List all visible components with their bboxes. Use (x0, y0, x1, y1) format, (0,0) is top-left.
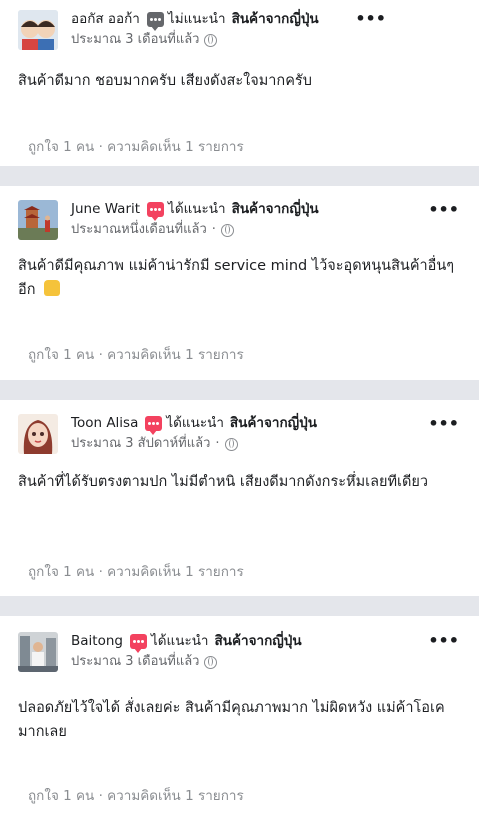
review-meta: June Warit ได้แนะนำ สินค้าจากญี่ปุ่น ประ… (71, 200, 319, 238)
review-footer[interactable]: ถูกใจ 1 คน · ความคิดเห็น 1 รายการ (28, 784, 244, 806)
review-card: Toon Alisa ได้แนะนำ สินค้าจากญี่ปุ่น ประ… (0, 400, 479, 596)
not-recommend-icon (146, 11, 164, 31)
globe-icon (204, 655, 218, 669)
review-time-line: ประมาณ 3 เดือนที่แล้ว (71, 654, 302, 670)
review-title-line: Toon Alisa ได้แนะนำ สินค้าจากญี่ปุ่น (71, 414, 317, 435)
page-name-link[interactable]: สินค้าจากญี่ปุ่น (232, 200, 319, 218)
review-title-line: ออกัส ออก้า ไม่แนะนำ สินค้าจากญี่ปุ่น (71, 10, 319, 31)
recommend-icon (129, 633, 147, 653)
review-text: สินค้าดีมีคุณภาพ แม่ค้าน่ารักมี service … (18, 254, 458, 302)
time-dot: · (211, 222, 216, 237)
review-header: Baitong ได้แนะนำ สินค้าจากญี่ปุ่น ประมาณ… (18, 632, 302, 672)
avatar[interactable] (18, 414, 58, 454)
recommend-status: ได้แนะนำ (166, 415, 224, 431)
review-meta: Toon Alisa ได้แนะนำ สินค้าจากญี่ปุ่น ประ… (71, 414, 317, 452)
recommend-status: ได้แนะนำ (150, 633, 209, 649)
globe-icon (220, 223, 234, 237)
review-timestamp[interactable]: ประมาณ 3 สัปดาห์ที่แล้ว (71, 436, 210, 452)
review-text: ปลอดภัยไว้ใจได้ สั่งเลยค่ะ สินค้ามีคุณภา… (18, 700, 445, 740)
more-options-icon[interactable]: ••• (428, 416, 459, 432)
review-separator (0, 596, 479, 616)
avatar[interactable] (18, 200, 58, 240)
review-header: Toon Alisa ได้แนะนำ สินค้าจากญี่ปุ่น ประ… (18, 414, 317, 454)
review-footer[interactable]: ถูกใจ 1 คน · ความคิดเห็น 1 รายการ (28, 135, 244, 157)
review-header: ออกัส ออก้า ไม่แนะนำ สินค้าจากญี่ปุ่น ปร… (18, 10, 319, 50)
globe-icon (224, 437, 238, 451)
review-separator (0, 166, 479, 186)
review-header: June Warit ได้แนะนำ สินค้าจากญี่ปุ่น ประ… (18, 200, 319, 240)
avatar[interactable] (18, 10, 58, 50)
reviewer-name[interactable]: June Warit (71, 200, 140, 218)
review-text: สินค้าดีมาก ชอบมากครับ เสียงดังสะใจมากคร… (18, 73, 312, 89)
thumbs-up-emoji (44, 280, 61, 296)
review-timestamp[interactable]: ประมาณ 3 เดือนที่แล้ว (71, 32, 199, 48)
review-title-line: Baitong ได้แนะนำ สินค้าจากญี่ปุ่น (71, 632, 302, 653)
review-time-line: ประมาณหนึ่งเดือนที่แล้ว · (71, 222, 319, 238)
review-timestamp[interactable]: ประมาณหนึ่งเดือนที่แล้ว (71, 222, 207, 238)
review-timestamp[interactable]: ประมาณ 3 เดือนที่แล้ว (71, 654, 199, 670)
review-title-line: June Warit ได้แนะนำ สินค้าจากญี่ปุ่น (71, 200, 319, 221)
review-card: June Warit ได้แนะนำ สินค้าจากญี่ปุ่น ประ… (0, 186, 479, 380)
more-options-icon[interactable]: ••• (428, 202, 459, 218)
reviewer-name[interactable]: Toon Alisa (71, 414, 138, 432)
review-footer[interactable]: ถูกใจ 1 คน · ความคิดเห็น 1 รายการ (28, 343, 244, 365)
more-options-icon[interactable]: ••• (355, 11, 386, 27)
recommend-icon (145, 415, 163, 435)
reviews-feed: ออกัส ออก้า ไม่แนะนำ สินค้าจากญี่ปุ่น ปร… (0, 0, 479, 816)
page-name-link[interactable]: สินค้าจากญี่ปุ่น (232, 10, 319, 28)
page-name-link[interactable]: สินค้าจากญี่ปุ่น (230, 414, 317, 432)
review-time-line: ประมาณ 3 เดือนที่แล้ว (71, 32, 319, 48)
review-footer[interactable]: ถูกใจ 1 คน · ความคิดเห็น 1 รายการ (28, 560, 244, 582)
review-text-content: สินค้าดีมีคุณภาพ แม่ค้าน่ารักมี service … (18, 258, 455, 298)
reviewer-name[interactable]: Baitong (71, 632, 123, 650)
review-separator (0, 380, 479, 400)
reviewer-name[interactable]: ออกัส ออก้า (71, 10, 140, 28)
review-meta: ออกัส ออก้า ไม่แนะนำ สินค้าจากญี่ปุ่น ปร… (71, 10, 319, 48)
review-meta: Baitong ได้แนะนำ สินค้าจากญี่ปุ่น ประมาณ… (71, 632, 302, 670)
recommend-status: ได้แนะนำ (168, 201, 226, 217)
review-text: สินค้าที่ได้รับตรงตามปก ไม่มีตำหนิ เสียง… (18, 474, 429, 490)
globe-icon (204, 33, 218, 47)
time-dot: · (215, 436, 220, 451)
review-card: Baitong ได้แนะนำ สินค้าจากญี่ปุ่น ประมาณ… (0, 616, 479, 816)
recommend-icon (147, 201, 165, 221)
more-options-icon[interactable]: ••• (428, 633, 459, 649)
review-time-line: ประมาณ 3 สัปดาห์ที่แล้ว · (71, 436, 317, 452)
recommend-status: ไม่แนะนำ (167, 11, 226, 27)
avatar[interactable] (18, 632, 58, 672)
page-name-link[interactable]: สินค้าจากญี่ปุ่น (215, 632, 302, 650)
review-card: ออกัส ออก้า ไม่แนะนำ สินค้าจากญี่ปุ่น ปร… (0, 0, 479, 166)
